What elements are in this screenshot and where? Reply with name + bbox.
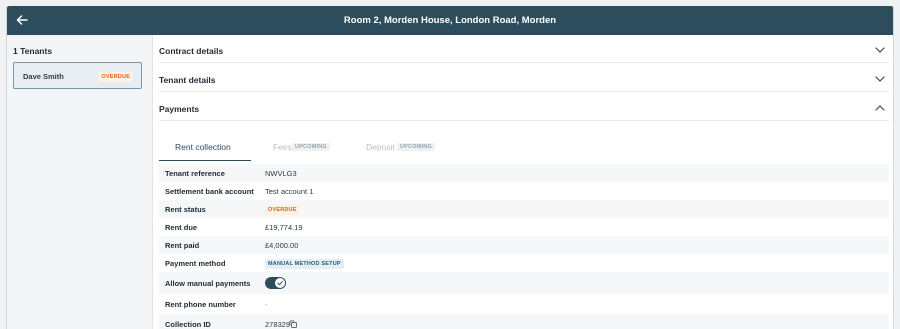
copy-icon[interactable] [289, 320, 297, 328]
rent-status-label: Rent status [165, 205, 206, 214]
collection-id-value: 278329 [265, 320, 291, 329]
rent-paid-label: Rent paid [165, 241, 200, 250]
detail-row-settlement-account: Settlement bank account Test account 1 [159, 182, 889, 200]
tab-deposit-label: Deposit [366, 142, 395, 152]
chevron-down-icon[interactable] [875, 46, 885, 54]
rent-phone-value: - [265, 300, 268, 309]
check-icon [277, 280, 283, 286]
tenant-name: Dave Smith [23, 72, 64, 81]
tab-fees-label: Fees [273, 142, 292, 152]
detail-row-collection-id: Collection ID 278329 [159, 314, 889, 329]
tenant-status-badge: OVERDUE [98, 72, 133, 82]
detail-row-rent-paid: Rent paid £4,000.00 [159, 236, 889, 254]
tenant-card[interactable]: Dave Smith OVERDUE [13, 62, 142, 89]
settlement-account-value: Test account 1 [265, 187, 314, 196]
chevron-up-icon[interactable] [875, 104, 885, 112]
tenants-sidebar: 1 Tenants Dave Smith OVERDUE [7, 35, 153, 329]
detail-row-rent-status: Rent status OVERDUE [159, 200, 889, 218]
tab-rent-collection[interactable]: Rent collection [159, 132, 251, 161]
detail-row-rent-phone: Rent phone number - [159, 294, 889, 314]
tenant-details-section[interactable]: Tenant details [159, 64, 889, 92]
tab-deposit[interactable]: Deposit UPCOMING [366, 132, 446, 161]
payments-label: Payments [159, 104, 200, 114]
payment-method-label: Payment method [165, 259, 226, 268]
contract-details-label: Contract details [159, 46, 224, 56]
tab-rent-collection-label: Rent collection [175, 142, 231, 152]
allow-manual-label: Allow manual payments [165, 279, 251, 288]
rent-due-value: £19,774.19 [265, 223, 303, 232]
payments-section[interactable]: Payments [159, 93, 889, 121]
rent-status-badge: OVERDUE [265, 205, 300, 215]
settlement-account-label: Settlement bank account [165, 187, 254, 196]
detail-row-tenant-reference: Tenant reference NWVLG3 [159, 164, 889, 182]
payment-method-badge: MANUAL METHOD SETUP [265, 259, 344, 269]
rent-phone-label: Rent phone number [165, 300, 236, 309]
detail-row-payment-method: Payment method MANUAL METHOD SETUP [159, 254, 889, 272]
detail-row-rent-due: Rent due £19,774.19 [159, 218, 889, 236]
tenants-count-heading: 1 Tenants [13, 46, 53, 56]
tenant-reference-value: NWVLG3 [265, 169, 297, 178]
chevron-down-icon[interactable] [875, 75, 885, 83]
fees-upcoming-badge: UPCOMING [292, 143, 330, 151]
deposit-upcoming-badge: UPCOMING [397, 143, 435, 151]
collection-id-label: Collection ID [165, 320, 211, 329]
allow-manual-toggle[interactable] [265, 277, 286, 289]
contract-details-section[interactable]: Contract details [159, 35, 889, 63]
rent-due-label: Rent due [165, 223, 198, 232]
tab-fees[interactable]: Fees UPCOMING [273, 132, 343, 161]
payments-tabs: Rent collection Fees UPCOMING Deposit UP… [159, 132, 889, 161]
page-title: Room 2, Morden House, London Road, Morde… [343, 15, 557, 26]
app-frame: Room 2, Morden House, London Road, Morde… [6, 6, 894, 329]
top-bar: Room 2, Morden House, London Road, Morde… [7, 6, 893, 35]
tenant-details-label: Tenant details [159, 75, 216, 85]
tenant-reference-label: Tenant reference [165, 169, 225, 178]
rent-paid-value: £4,000.00 [265, 241, 299, 250]
detail-row-allow-manual: Allow manual payments [159, 272, 889, 294]
toggle-knob [275, 278, 285, 288]
main-content: Contract details Tenant details Payments… [159, 35, 889, 329]
